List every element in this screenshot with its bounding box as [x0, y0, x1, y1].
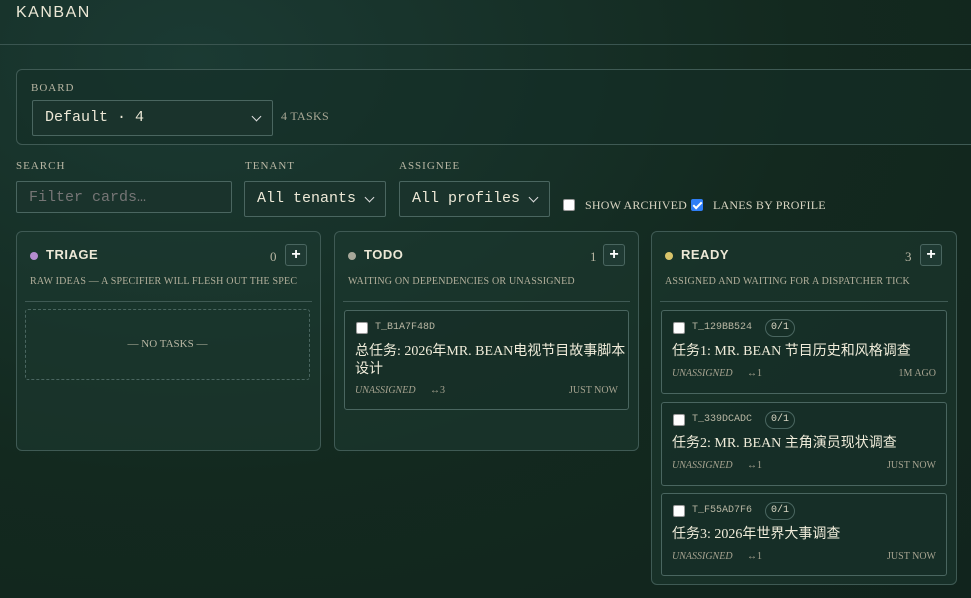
task-card[interactable]: T_B1A7F48D 总任务: 2026年MR. BEAN电视节目故事脚本 设计…: [344, 310, 629, 410]
status-dot: [348, 252, 356, 260]
card-timestamp: JUST NOW: [569, 385, 618, 396]
board-label: BOARD: [31, 82, 75, 94]
chevron-down-icon: [251, 111, 262, 122]
card-dependencies: ↔1: [747, 551, 762, 562]
search-label: SEARCH: [16, 160, 66, 172]
column-description: ASSIGNED AND WAITING FOR A DISPATCHER TI…: [665, 276, 910, 287]
card-dependencies: ↔1: [747, 460, 762, 471]
card-assignee: UNASSIGNED: [672, 460, 733, 471]
task-card[interactable]: T_129BB524 0/1 任务1: MR. BEAN 节目历史和风格调查 U…: [661, 310, 947, 394]
empty-text: — NO TASKS —: [127, 338, 208, 350]
column-count: 1: [590, 249, 597, 264]
card-checkbox[interactable]: [673, 322, 685, 334]
column-title: READY: [681, 247, 730, 262]
card-progress-badge: 0/1: [765, 411, 796, 429]
add-card-button[interactable]: +: [603, 244, 625, 266]
column-title: TODO: [364, 247, 404, 262]
card-timestamp: JUST NOW: [887, 551, 936, 562]
card-dependencies: ↔3: [430, 385, 445, 396]
chevron-down-icon: [364, 192, 375, 203]
column-count: 3: [905, 249, 912, 264]
lanes-by-profile-label: LANES BY PROFILE: [713, 198, 826, 212]
card-title: 总任务: 2026年MR. BEAN电视节目故事脚本 设计: [355, 343, 625, 379]
assignee-label: ASSIGNEE: [399, 160, 461, 172]
card-assignee: UNASSIGNED: [672, 368, 733, 379]
board-panel: BOARD Default · 4 4 TASKS: [16, 69, 971, 145]
app-title: KANBAN: [16, 4, 91, 21]
assignee-select[interactable]: All profiles: [399, 181, 550, 217]
card-title: 任务1: MR. BEAN 节目历史和风格调查: [672, 344, 911, 359]
card-timestamp: JUST NOW: [887, 460, 936, 471]
card-assignee: UNASSIGNED: [355, 385, 416, 396]
task-card[interactable]: T_F55AD7F6 0/1 任务3: 2026年世界大事调查 UNASSIGN…: [661, 493, 947, 576]
tenant-select-value: All tenants: [257, 190, 357, 207]
tenant-label: TENANT: [245, 160, 295, 172]
column-title: TRIAGE: [46, 247, 99, 262]
card-id: T_339DCADC: [692, 414, 753, 425]
column-todo: TODO 1 + WAITING ON DEPENDENCIES OR UNAS…: [334, 231, 639, 451]
column-triage: TRIAGE 0 + RAW IDEAS — A SPECIFIER WILL …: [16, 231, 321, 451]
board-select-value: Default · 4: [45, 109, 145, 126]
card-title-line: 总任务: 2026年MR. BEAN电视节目故事脚本: [355, 344, 626, 359]
top-bar: KANBAN: [0, 0, 971, 45]
card-dependencies: ↔1: [747, 368, 762, 379]
column-divider: [343, 301, 630, 302]
card-id: T_129BB524: [692, 322, 753, 333]
add-card-button[interactable]: +: [920, 244, 942, 266]
lanes-by-profile-checkbox[interactable]: [691, 199, 703, 211]
tenant-select[interactable]: All tenants: [244, 181, 386, 217]
card-id: T_B1A7F48D: [375, 322, 436, 333]
task-count: 4 TASKS: [281, 109, 329, 123]
card-progress-badge: 0/1: [765, 502, 796, 520]
status-dot: [665, 252, 673, 260]
column-ready: READY 3 + ASSIGNED AND WAITING FOR A DIS…: [651, 231, 957, 585]
board-select[interactable]: Default · 4: [32, 100, 273, 136]
column-divider: [25, 301, 312, 302]
column-count: 0: [270, 249, 277, 264]
card-checkbox[interactable]: [673, 505, 685, 517]
card-progress-badge: 0/1: [765, 319, 796, 337]
task-card[interactable]: T_339DCADC 0/1 任务2: MR. BEAN 主角演员现状调查 UN…: [661, 402, 947, 486]
card-title: 任务3: 2026年世界大事调查: [672, 527, 841, 542]
card-title-line: 设计: [355, 362, 383, 377]
card-assignee: UNASSIGNED: [672, 551, 733, 562]
card-checkbox[interactable]: [356, 322, 368, 334]
column-description: WAITING ON DEPENDENCIES OR UNASSIGNED: [348, 276, 575, 287]
assignee-select-value: All profiles: [412, 190, 521, 207]
chevron-down-icon: [528, 192, 539, 203]
add-card-button[interactable]: +: [285, 244, 307, 266]
empty-drop-zone[interactable]: — NO TASKS —: [25, 309, 310, 380]
column-divider: [660, 301, 948, 302]
card-title: 任务2: MR. BEAN 主角演员现状调查: [672, 436, 897, 451]
column-description: RAW IDEAS — A SPECIFIER WILL FLESH OUT T…: [30, 276, 298, 287]
search-input[interactable]: [16, 181, 232, 213]
card-timestamp: 1M AGO: [898, 368, 936, 379]
card-checkbox[interactable]: [673, 414, 685, 426]
status-dot: [30, 252, 38, 260]
show-archived-label: SHOW ARCHIVED: [585, 198, 688, 212]
show-archived-checkbox[interactable]: [563, 199, 575, 211]
card-id: T_F55AD7F6: [692, 505, 753, 516]
